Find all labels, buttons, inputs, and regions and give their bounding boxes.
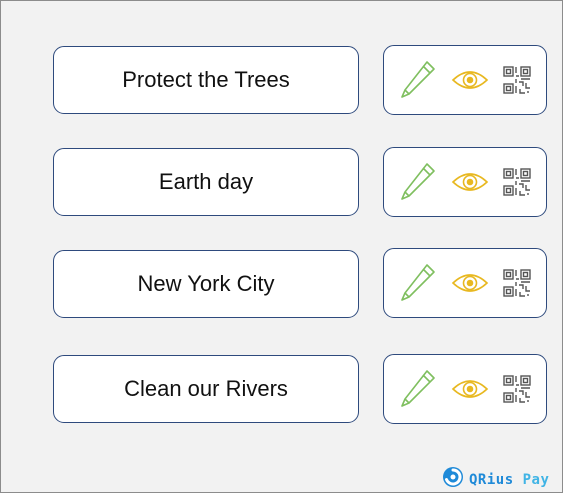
campaign-actions <box>383 147 547 217</box>
view-eye-icon[interactable] <box>451 67 489 93</box>
view-eye-icon[interactable] <box>451 270 489 296</box>
brand-name-part1: QRius <box>469 471 514 488</box>
brand-name: QRius Pay <box>469 472 549 488</box>
campaign-name-button[interactable]: Protect the Trees <box>53 46 359 114</box>
edit-pencil-icon[interactable] <box>397 262 437 304</box>
campaign-name-button[interactable]: New York City <box>53 250 359 318</box>
qr-code-icon[interactable] <box>503 168 531 196</box>
brand-name-part2: Pay <box>522 471 550 488</box>
qr-code-icon[interactable] <box>503 375 531 403</box>
qr-code-icon[interactable] <box>503 66 531 94</box>
view-eye-icon[interactable] <box>451 169 489 195</box>
edit-pencil-icon[interactable] <box>397 59 437 101</box>
qr-code-icon[interactable] <box>503 269 531 297</box>
campaign-name-button[interactable]: Clean our Rivers <box>53 355 359 423</box>
edit-pencil-icon[interactable] <box>397 161 437 203</box>
campaign-name-button[interactable]: Earth day <box>53 148 359 216</box>
campaign-actions <box>383 354 547 424</box>
brand-swirl-icon <box>442 466 464 493</box>
campaign-list-panel: Protect the Trees Earth day New York Cit… <box>0 0 563 493</box>
view-eye-icon[interactable] <box>451 376 489 402</box>
brand-logo: QRius Pay <box>442 466 549 493</box>
campaign-actions <box>383 45 547 115</box>
edit-pencil-icon[interactable] <box>397 368 437 410</box>
campaign-actions <box>383 248 547 318</box>
